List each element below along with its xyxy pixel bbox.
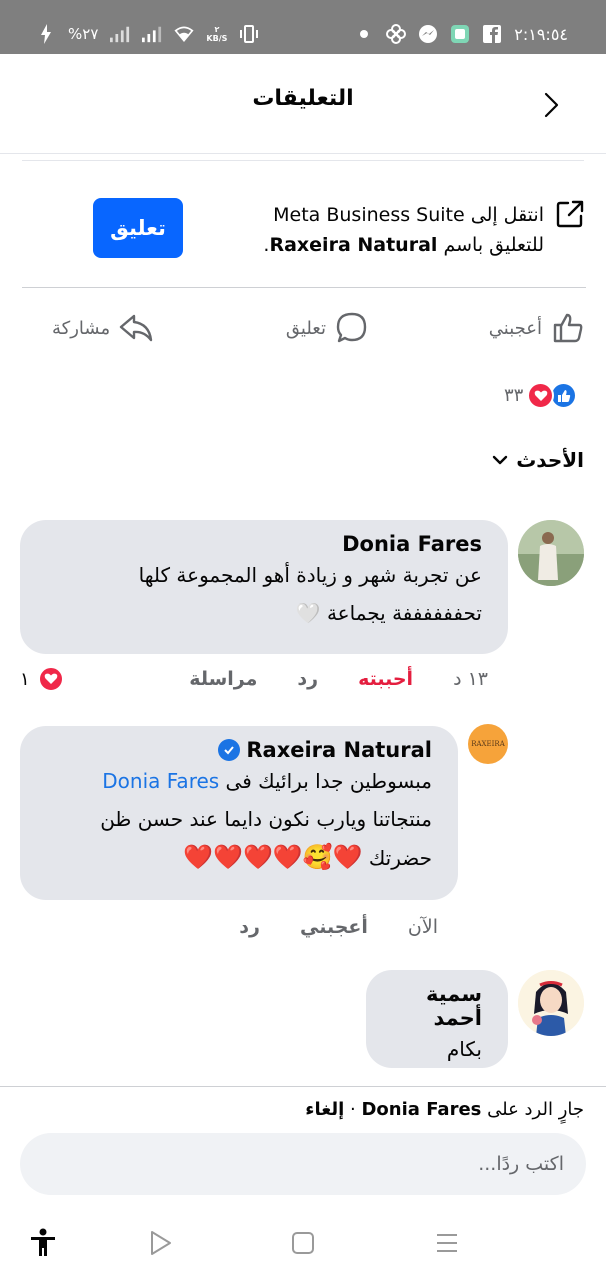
play-icon[interactable] (145, 1228, 175, 1258)
like-action-label: أعجبني (488, 317, 542, 339)
system-nav-bar (0, 1206, 606, 1280)
comment-action-button[interactable]: تعليق (286, 308, 370, 348)
dot-icon (354, 24, 374, 44)
chevron-down-icon (492, 455, 508, 465)
hearts-emoji: ❤️🥰❤️❤️❤️❤️ (183, 843, 363, 871)
home-square-icon[interactable] (288, 1228, 318, 1258)
signal-icon (110, 24, 130, 44)
signal-icon-2 (142, 24, 162, 44)
status-time: ٢:١٩:٥٤ (514, 24, 568, 44)
thumbs-up-icon (553, 313, 583, 343)
comment-line: تحففففففة يجماعة 🤍 (40, 594, 482, 632)
reply-meta: الآن أعجبني رد (239, 916, 438, 938)
reply-line: مبسوطين جدا برائيك فى Donia Fares (40, 762, 432, 800)
sort-dropdown[interactable]: الأحدث (492, 448, 584, 472)
comment-bubble: سمية أحمد بكام (366, 970, 508, 1068)
comment-bubble: Donia Fares عن تجربة شهر و زيادة أهو الم… (20, 520, 508, 654)
external-link-icon[interactable] (554, 198, 586, 230)
share-icon (119, 314, 153, 342)
reply-author-row: Raxeira Natural (40, 738, 432, 762)
messenger-icon (418, 24, 438, 44)
pinwheel-icon (386, 24, 407, 44)
page-avatar-logo: RAXEIRA (471, 740, 505, 748)
comment-bubble-icon (336, 312, 367, 343)
reply-text: مبسوطين جدا برائيك فى Donia Fares منتجات… (40, 762, 432, 877)
status-bar: %٢٧ ٢ KB/S ٢:١٩:٥٤ (0, 0, 606, 54)
divider (22, 160, 584, 166)
love-reaction-icon (527, 382, 555, 409)
reply-author[interactable]: Raxeira Natural (246, 738, 432, 762)
business-suite-prompt: انتقل إلى Meta Business Suite للتعليق با… (22, 180, 586, 288)
like-action-button[interactable]: أعجبني (489, 308, 586, 348)
like-reaction-icon (550, 382, 578, 409)
app-icon (450, 24, 470, 44)
reply-line-text: مبسوطين جدا برائيك فى (219, 769, 432, 793)
avatar[interactable] (518, 970, 584, 1036)
replying-to: جارٍ الرد على Donia Fares · إلغاء (305, 1099, 584, 1120)
share-action-label: مشاركة (52, 317, 111, 339)
battery-percent: %٢٧ (68, 25, 99, 43)
share-action-button[interactable]: مشاركة (52, 308, 154, 348)
status-bar-right: ٢:١٩:٥٤ (354, 24, 568, 44)
reply-line-text: حضرتك (368, 846, 432, 870)
comment-author[interactable]: سمية أحمد (386, 982, 482, 1030)
comment-author[interactable]: Donia Fares (40, 532, 482, 556)
reaction-count: ٣٣ (504, 385, 524, 406)
replying-separator: · (344, 1099, 362, 1120)
vibrate-icon (239, 24, 259, 44)
comment-text: عن تجربة شهر و زيادة أهو المجموعة كلها ت… (40, 556, 482, 632)
comment-as-page-button[interactable]: تعليق (93, 198, 183, 258)
comment-message-button[interactable]: مراسلة (189, 668, 257, 690)
comment-action-label: تعليق (285, 317, 326, 339)
comment-love-count: ١ (20, 668, 30, 690)
menu-lines-icon[interactable] (432, 1228, 462, 1258)
comment-reply-button[interactable]: رد (297, 668, 318, 690)
page-header: التعليقات (0, 54, 606, 154)
reply-composer: جارٍ الرد على Donia Fares · إلغاء اكتب ر… (0, 1086, 606, 1206)
reply-time: الآن (407, 916, 438, 938)
business-suite-line2: للتعليق باسم Raxeira Natural. (224, 230, 544, 260)
business-suite-line1: انتقل إلى Meta Business Suite (273, 204, 544, 226)
reply-bubble: Raxeira Natural مبسوطين جدا برائيك فى Do… (20, 726, 458, 900)
reply-line: منتجاتنا ويارب نكون دايما عند حسن ظن (100, 807, 432, 831)
comment-love-button[interactable]: أحببته (358, 668, 413, 690)
business-suite-text: انتقل إلى Meta Business Suite للتعليق با… (224, 200, 544, 260)
replying-name: Donia Fares (361, 1099, 482, 1120)
cancel-reply-button[interactable]: إلغاء (305, 1099, 344, 1120)
mention-link[interactable]: Donia Fares (102, 769, 219, 793)
accessibility-icon[interactable] (28, 1228, 58, 1258)
comment-meta: ١٣ د أحببته رد مراسلة (189, 668, 488, 690)
comment-text: بكام (446, 1037, 482, 1061)
reply-input[interactable]: اكتب ردًا... (20, 1133, 586, 1195)
comment-reaction-count[interactable]: ١ (20, 666, 64, 692)
network-speed: ٢ KB/S (206, 25, 227, 43)
status-bar-left: %٢٧ ٢ KB/S (36, 24, 259, 44)
reply-line: حضرتك ❤️🥰❤️❤️❤️❤️ (40, 838, 432, 877)
love-reaction-icon (37, 666, 64, 692)
verified-badge-icon (218, 739, 241, 761)
business-suite-line2-prefix: للتعليق باسم (437, 234, 544, 256)
comment-time: ١٣ د (453, 668, 488, 690)
reply-like-button[interactable]: أعجبني (300, 916, 368, 938)
charging-icon (36, 24, 56, 44)
avatar[interactable] (518, 520, 584, 586)
chevron-right-icon (544, 92, 559, 118)
sort-label: الأحدث (516, 448, 584, 472)
comment-line: عن تجربة شهر و زيادة أهو المجموعة كلها (138, 563, 482, 587)
back-button[interactable] (536, 90, 566, 120)
reaction-summary[interactable]: ٣٣ (504, 382, 578, 409)
page-avatar[interactable]: RAXEIRA (468, 724, 508, 764)
reply-reply-button[interactable]: رد (239, 916, 260, 938)
white-heart-emoji: 🤍 (295, 601, 321, 625)
replying-prefix: جارٍ الرد على (481, 1099, 584, 1120)
network-speed-value: ٢ (214, 25, 220, 34)
post-actions: أعجبني تعليق مشاركة (22, 300, 586, 356)
network-speed-unit: KB/S (206, 34, 228, 43)
facebook-icon (482, 24, 502, 44)
page-title: التعليقات (252, 86, 354, 111)
wifi-icon (174, 24, 194, 44)
business-suite-page-name: Raxeira Natural (269, 234, 438, 256)
comment-line-text: تحففففففة يجماعة (326, 601, 482, 625)
